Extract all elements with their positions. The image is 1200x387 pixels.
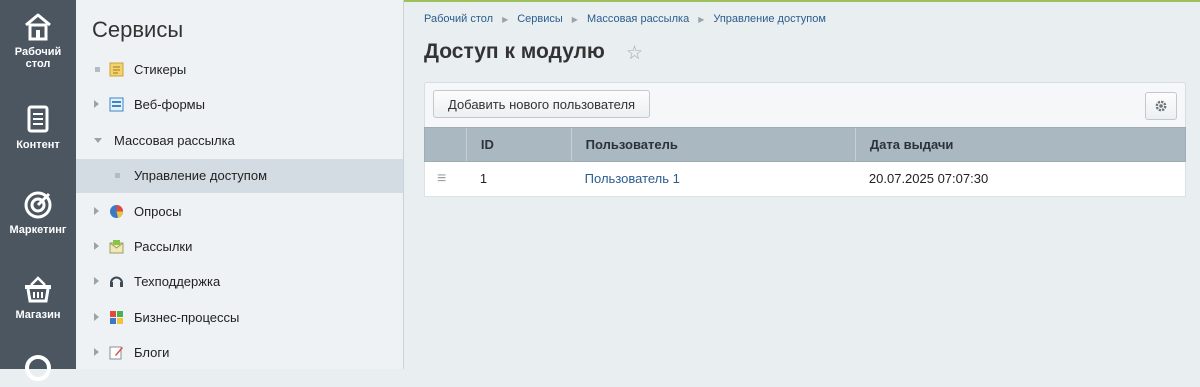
- tree-item-bizproc[interactable]: Бизнес-процессы: [76, 301, 403, 335]
- menu-content-label: Контент: [16, 139, 60, 151]
- menu-desktop[interactable]: Рабочий стол: [0, 10, 76, 70]
- menu-shop[interactable]: Магазин: [0, 273, 76, 321]
- page-title: Доступ к модулю: [424, 40, 605, 63]
- add-user-button[interactable]: Добавить нового пользователя: [433, 90, 651, 118]
- tree-item-label: Веб-формы: [134, 97, 205, 112]
- breadcrumb: Рабочий стол ▶ Сервисы ▶ Массовая рассылка ▶ У…: [424, 13, 826, 25]
- tree-item-mass-mailing[interactable]: Массовая рассылка: [76, 124, 403, 158]
- breadcrumb-separator-icon: ▶: [571, 15, 578, 24]
- menu-content[interactable]: Контент: [0, 103, 76, 151]
- tree-item-label: Бизнес-процессы: [134, 310, 240, 325]
- column-header-actions: [425, 128, 466, 161]
- breadcrumb-item-mass-mailing[interactable]: Массовая рассылка: [587, 13, 689, 25]
- expand-arrow-icon[interactable]: [94, 313, 99, 321]
- tree-item-blogs[interactable]: Блоги: [76, 336, 403, 370]
- webform-icon: [109, 97, 124, 112]
- menu-marketing-label: Маркетинг: [9, 224, 67, 236]
- bullet-icon: [95, 67, 100, 72]
- tree-item-label: Управление доступом: [134, 168, 268, 183]
- gear-icon: [1155, 100, 1167, 112]
- breadcrumb-item-access-control[interactable]: Управление доступом: [713, 13, 826, 25]
- headset-icon: [110, 276, 123, 287]
- tree-item-access-control[interactable]: Управление доступом: [76, 159, 403, 193]
- favorite-star-icon[interactable]: ☆: [626, 42, 643, 65]
- bullet-icon: [115, 173, 120, 178]
- expand-arrow-icon[interactable]: [94, 277, 99, 285]
- process-icon: [110, 311, 123, 324]
- expand-arrow-icon[interactable]: [94, 207, 99, 215]
- row-actions-menu-icon[interactable]: ≡: [425, 162, 466, 196]
- target-icon: [24, 191, 52, 219]
- tree-item-polls[interactable]: Опросы: [76, 195, 403, 229]
- tree-item-label: Техподдержка: [134, 274, 221, 289]
- column-header-date[interactable]: Дата выдачи: [854, 128, 1185, 161]
- mail-icon: [109, 240, 124, 254]
- breadcrumb-item-desktop[interactable]: Рабочий стол: [424, 13, 493, 25]
- tree-item-support[interactable]: Техподдержка: [76, 265, 403, 299]
- access-grid: Добавить нового пользователя ID Пользова…: [424, 82, 1186, 197]
- collapse-arrow-icon[interactable]: [94, 138, 102, 143]
- grid-settings-button[interactable]: [1145, 92, 1177, 120]
- column-header-user[interactable]: Пользователь: [570, 128, 855, 161]
- poll-icon: [110, 205, 123, 218]
- main-menu-rail: Рабочий стол Контент Маркетинг Магазин: [0, 0, 76, 381]
- basket-icon: [25, 276, 51, 303]
- menu-shop-label: Магазин: [15, 309, 61, 321]
- breadcrumb-separator-icon: ▶: [502, 15, 509, 24]
- breadcrumb-item-services[interactable]: Сервисы: [517, 13, 563, 25]
- settings-partial-icon: [25, 355, 51, 381]
- table-row: ≡ 1 Пользователь 1 20.07.2025 07:07:30: [424, 162, 1186, 197]
- cell-user-link[interactable]: Пользователь 1: [571, 162, 855, 196]
- services-tree-panel: Сервисы Стикеры Веб-формы Массовая рассы…: [76, 0, 404, 369]
- home-icon: [25, 13, 51, 41]
- sticker-icon: [109, 62, 124, 77]
- breadcrumb-separator-icon: ▶: [698, 15, 705, 24]
- menu-more[interactable]: [0, 351, 76, 387]
- expand-arrow-icon[interactable]: [94, 242, 99, 250]
- grid-toolbar: Добавить нового пользователя: [424, 82, 1186, 127]
- blog-icon: [109, 346, 123, 360]
- tree-item-label: Опросы: [134, 204, 182, 219]
- tree-item-mailings[interactable]: Рассылки: [76, 230, 403, 264]
- tree-item-label: Блоги: [134, 345, 170, 360]
- tree-item-stickers[interactable]: Стикеры: [76, 53, 403, 87]
- document-icon: [27, 105, 49, 133]
- table-header: ID Пользователь Дата выдачи: [424, 127, 1186, 162]
- main-content: Рабочий стол ▶ Сервисы ▶ Массовая рассылка ▶ У…: [404, 0, 1200, 369]
- menu-marketing[interactable]: Маркетинг: [0, 188, 76, 236]
- tree-title: Сервисы: [92, 17, 184, 42]
- menu-desktop-label-1: Рабочий: [14, 46, 62, 58]
- menu-desktop-label-2: стол: [25, 58, 51, 70]
- tree-item-label: Рассылки: [134, 239, 193, 254]
- expand-arrow-icon[interactable]: [94, 348, 99, 356]
- cell-date: 20.07.2025 07:07:30: [868, 171, 989, 186]
- tree-item-label: Массовая рассылка: [114, 133, 235, 148]
- column-header-id[interactable]: ID: [465, 128, 571, 161]
- tree-item-webforms[interactable]: Веб-формы: [76, 88, 403, 122]
- cell-id: 1: [479, 171, 488, 186]
- expand-arrow-icon[interactable]: [94, 100, 99, 108]
- tree-item-label: Стикеры: [134, 62, 187, 77]
